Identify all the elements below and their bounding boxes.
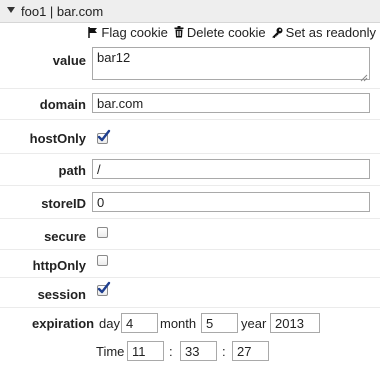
domain-input[interactable] (92, 93, 370, 113)
flag-cookie-label: Flag cookie (101, 24, 168, 40)
secure-label: secure (44, 229, 86, 244)
divider (0, 249, 380, 250)
expiration-label: expiration (32, 316, 95, 331)
checkmark-icon (97, 281, 111, 294)
month-input[interactable] (201, 313, 238, 333)
httponly-checkbox[interactable] (97, 255, 108, 266)
hostonly-checkbox[interactable] (97, 129, 111, 144)
cookie-toolbar: Flag cookie Delete cookie Set as readonl… (88, 24, 376, 40)
chevron-down-icon[interactable] (5, 4, 17, 16)
divider (0, 185, 380, 186)
hostonly-label: hostOnly (29, 131, 86, 146)
hour-input[interactable] (127, 341, 164, 361)
year-input[interactable] (270, 313, 320, 333)
minute-input[interactable] (180, 341, 217, 361)
session-checkbox[interactable] (97, 281, 111, 296)
set-readonly-button[interactable]: Set as readonly (271, 24, 376, 40)
storeid-input[interactable] (92, 192, 370, 212)
path-label: path (58, 163, 86, 178)
divider (0, 307, 380, 308)
delete-cookie-button[interactable]: Delete cookie (174, 25, 266, 40)
time-label: Time (96, 344, 125, 359)
time-colon: : (222, 344, 226, 359)
cookie-title: foo1 | bar.com (21, 4, 104, 19)
day-input[interactable] (121, 313, 158, 333)
divider (0, 277, 380, 278)
divider (0, 119, 380, 120)
secure-checkbox[interactable] (97, 227, 108, 238)
domain-label: domain (39, 97, 86, 112)
httponly-label: httpOnly (32, 258, 86, 273)
cookie-header[interactable]: foo1 | bar.com (0, 0, 380, 23)
set-readonly-label: Set as readonly (285, 24, 376, 40)
second-input[interactable] (232, 341, 269, 361)
divider (0, 88, 380, 89)
checkmark-icon (97, 129, 111, 142)
flag-cookie-button[interactable]: Flag cookie (88, 24, 168, 40)
resize-grip-icon[interactable] (360, 70, 368, 85)
divider (0, 218, 380, 219)
time-colon: : (169, 344, 173, 359)
value-label: value (52, 53, 86, 68)
flag-icon (88, 26, 98, 38)
value-textarea[interactable]: bar12 (92, 47, 370, 80)
year-label: year (241, 316, 267, 331)
path-input[interactable] (92, 159, 370, 179)
day-label: day (99, 316, 120, 331)
trash-icon (174, 26, 184, 38)
key-icon (271, 27, 283, 38)
divider (0, 153, 380, 154)
session-label: session (37, 287, 86, 302)
month-label: month (160, 316, 197, 331)
delete-cookie-label: Delete cookie (186, 24, 266, 40)
storeid-label: storeID (41, 196, 86, 211)
